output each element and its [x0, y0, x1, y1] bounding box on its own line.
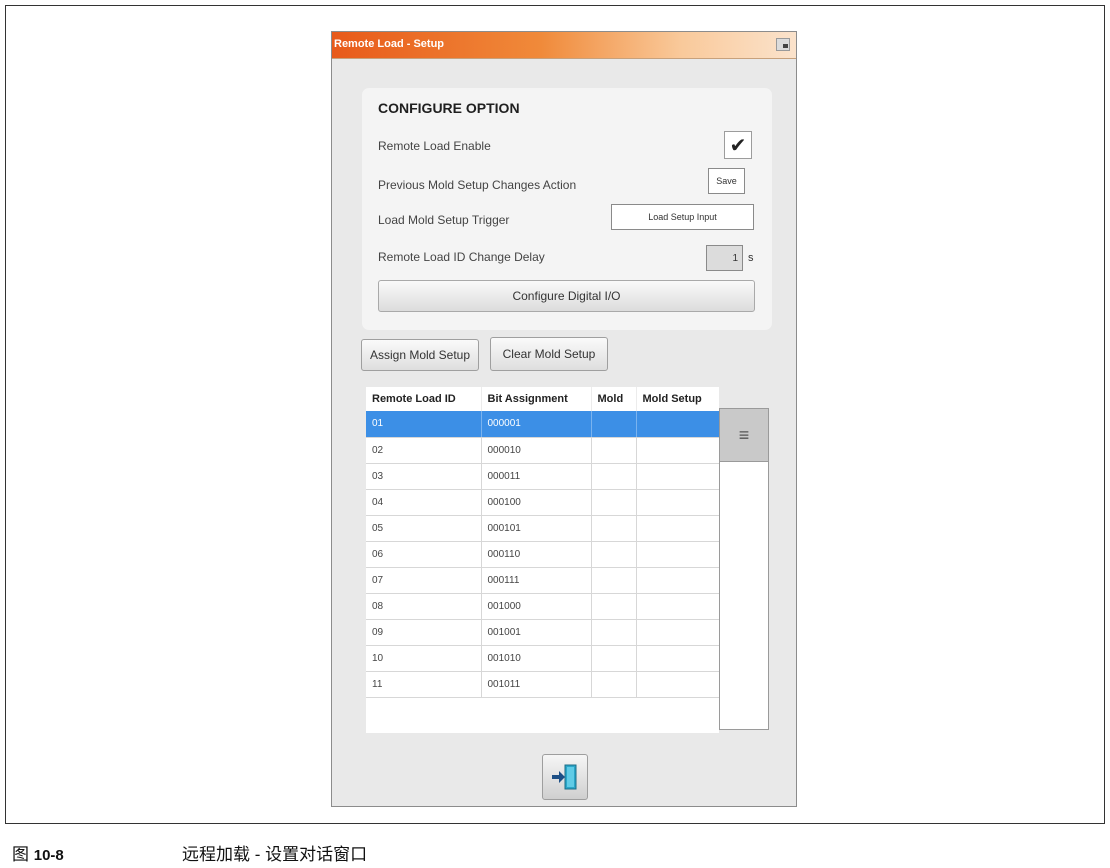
scroll-thumb[interactable]: ≡	[720, 409, 768, 462]
cell-mold-setup	[636, 463, 719, 490]
remote-load-enable-checkbox[interactable]: ✔	[724, 131, 752, 159]
configure-option-heading: CONFIGURE OPTION	[378, 100, 520, 116]
table-row[interactable]: 02 000010	[366, 437, 719, 464]
cell-bit-assignment: 001000	[481, 593, 592, 620]
column-header-remote-load-id[interactable]: Remote Load ID	[366, 387, 482, 411]
cell-bit-assignment: 000011	[481, 463, 592, 490]
table-row[interactable]: 01 000001	[366, 411, 719, 438]
table-row[interactable]: 11 001011	[366, 671, 719, 698]
figure-prefix: 图	[12, 845, 29, 864]
table-row[interactable]: 08 001000	[366, 593, 719, 620]
remote-load-setup-dialog: Remote Load - Setup CONFIGURE OPTION Rem…	[331, 31, 797, 807]
load-trigger-label: Load Mold Setup Trigger	[378, 213, 510, 227]
table-scrollbar[interactable]: ≡	[719, 408, 769, 730]
cell-mold	[591, 567, 637, 594]
cell-remote-load-id: 02	[366, 437, 482, 464]
table-row[interactable]: 09 001001	[366, 619, 719, 646]
cell-mold-setup	[636, 593, 719, 620]
figure-number: 10-8	[33, 847, 64, 864]
cell-mold	[591, 671, 637, 698]
table-row[interactable]: 05 000101	[366, 515, 719, 542]
cell-remote-load-id: 05	[366, 515, 482, 542]
cell-mold	[591, 593, 637, 620]
cell-mold-setup	[636, 411, 719, 438]
cell-mold-setup	[636, 437, 719, 464]
cell-mold	[591, 437, 637, 464]
cell-mold-setup	[636, 645, 719, 672]
caption-divider	[5, 823, 1105, 824]
cell-remote-load-id: 07	[366, 567, 482, 594]
exit-button[interactable]	[542, 754, 588, 800]
cell-bit-assignment: 000010	[481, 437, 592, 464]
figure-label: 图 10-8	[12, 840, 64, 865]
cell-bit-assignment: 000101	[481, 515, 592, 542]
cell-bit-assignment: 000100	[481, 489, 592, 516]
cell-bit-assignment: 001011	[481, 671, 592, 698]
cell-remote-load-id: 10	[366, 645, 482, 672]
table-row[interactable]: 04 000100	[366, 489, 719, 516]
cell-mold	[591, 619, 637, 646]
cell-mold-setup	[636, 567, 719, 594]
configure-digital-io-button[interactable]: Configure Digital I/O	[378, 280, 755, 312]
cell-remote-load-id: 03	[366, 463, 482, 490]
cell-bit-assignment: 000111	[481, 567, 592, 594]
cell-mold-setup	[636, 541, 719, 568]
cell-remote-load-id: 08	[366, 593, 482, 620]
window-restore-icon[interactable]	[776, 38, 790, 51]
cell-remote-load-id: 09	[366, 619, 482, 646]
cell-mold-setup	[636, 515, 719, 542]
remote-load-enable-label: Remote Load Enable	[378, 139, 491, 153]
figure-caption: 远程加载 - 设置对话窗口	[182, 845, 368, 864]
table-header-row: Remote Load ID Bit Assignment Mold Mold …	[366, 387, 719, 411]
exit-door-icon	[552, 764, 577, 790]
previous-changes-action-label: Previous Mold Setup Changes Action	[378, 178, 577, 192]
cell-remote-load-id: 04	[366, 489, 482, 516]
cell-bit-assignment: 000110	[481, 541, 592, 568]
column-header-bit-assignment[interactable]: Bit Assignment	[481, 387, 592, 411]
cell-mold	[591, 463, 637, 490]
table-row[interactable]: 07 000111	[366, 567, 719, 594]
checkmark-icon: ✔	[729, 134, 747, 157]
delay-unit-label: s	[748, 252, 754, 264]
cell-mold-setup	[636, 619, 719, 646]
id-change-delay-input[interactable]: 1	[706, 245, 743, 271]
configure-option-panel: CONFIGURE OPTION Remote Load Enable ✔ Pr…	[362, 88, 772, 330]
dialog-titlebar: Remote Load - Setup	[332, 32, 796, 59]
remote-load-table: Remote Load ID Bit Assignment Mold Mold …	[366, 387, 719, 733]
cell-bit-assignment: 001001	[481, 619, 592, 646]
cell-bit-assignment: 000001	[481, 411, 592, 438]
clear-mold-setup-button[interactable]: Clear Mold Setup	[490, 337, 608, 371]
cell-mold-setup	[636, 671, 719, 698]
cell-mold	[591, 489, 637, 516]
cell-mold-setup	[636, 489, 719, 516]
previous-changes-action-field[interactable]: Save	[708, 168, 745, 194]
load-trigger-field[interactable]: Load Setup Input	[611, 204, 754, 230]
table-row[interactable]: 10 001010	[366, 645, 719, 672]
cell-mold	[591, 645, 637, 672]
id-change-delay-label: Remote Load ID Change Delay	[378, 250, 545, 264]
grip-icon: ≡	[738, 424, 750, 445]
column-header-mold[interactable]: Mold	[591, 387, 637, 411]
dialog-title: Remote Load - Setup	[334, 38, 445, 50]
cell-remote-load-id: 06	[366, 541, 482, 568]
cell-mold	[591, 411, 637, 438]
cell-remote-load-id: 11	[366, 671, 482, 698]
column-header-mold-setup[interactable]: Mold Setup	[636, 387, 719, 411]
cell-remote-load-id: 01	[366, 411, 482, 438]
cell-mold	[591, 541, 637, 568]
table-row[interactable]: 03 000011	[366, 463, 719, 490]
cell-bit-assignment: 001010	[481, 645, 592, 672]
cell-mold	[591, 515, 637, 542]
assign-mold-setup-button[interactable]: Assign Mold Setup	[361, 339, 479, 371]
table-row[interactable]: 06 000110	[366, 541, 719, 568]
